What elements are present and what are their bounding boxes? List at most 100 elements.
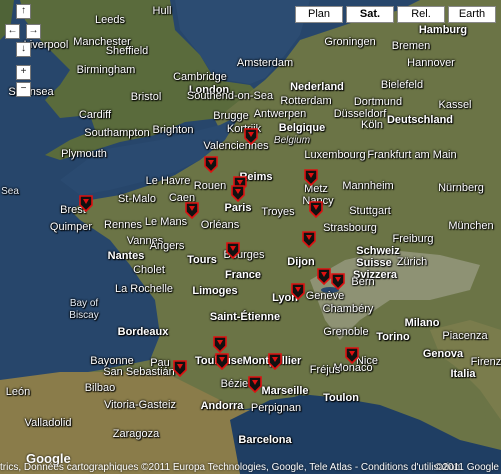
marker-beziers[interactable] <box>248 376 262 393</box>
label-frankfurt: Frankfurt am Main <box>367 149 457 161</box>
label-nurnberg: Nürnberg <box>438 182 484 194</box>
marker-kortrijk[interactable] <box>244 128 258 145</box>
marker-nancy[interactable] <box>309 201 323 218</box>
label-sea: Sea <box>1 186 19 197</box>
pan-down-button[interactable]: ↓ <box>16 42 31 57</box>
label-bilbao: Bilbao <box>84 382 116 394</box>
label-suisse: Suisse <box>356 257 392 269</box>
marker-geneve-2[interactable] <box>331 273 345 290</box>
map-type-plan-button[interactable]: Plan <box>295 6 343 23</box>
label-koln: Köln <box>360 119 384 131</box>
marker-geneve-1[interactable] <box>317 268 331 285</box>
marker-paris-2[interactable] <box>231 185 245 202</box>
label-valenciennes: Valenciennes <box>203 140 269 152</box>
label-geneve: Genève <box>305 290 345 302</box>
label-groningen: Groningen <box>324 36 376 48</box>
label-nederland: Nederland <box>290 81 344 93</box>
marker-dijon[interactable] <box>302 231 316 248</box>
map-type-relief-button[interactable]: Rel. <box>397 6 445 23</box>
label-munchen: München <box>448 220 494 232</box>
label-piacenza: Piacenza <box>442 330 488 342</box>
label-deutschland: Deutschland <box>386 114 454 126</box>
label-troyes: Troyes <box>261 206 295 218</box>
marker-metz[interactable] <box>304 169 318 186</box>
marker-rouen[interactable] <box>204 156 218 173</box>
map-type-satellite-button[interactable]: Sat. <box>346 6 394 23</box>
label-italia: Italia <box>450 368 476 380</box>
label-nantes: Nantes <box>107 250 145 262</box>
marker-toulouse-1[interactable] <box>213 336 227 353</box>
map-type-earth-button[interactable]: Earth <box>448 6 496 23</box>
label-barcelona: Barcelona <box>238 434 292 446</box>
label-bern: Bern <box>351 276 375 288</box>
label-valladolid: Valladolid <box>24 417 72 429</box>
label-cholet: Cholet <box>133 264 165 276</box>
label-hannover: Hannover <box>407 57 455 69</box>
label-kassel: Kassel <box>438 99 472 111</box>
label-amsterdam: Amsterdam <box>236 57 294 69</box>
label-la-rochelle: La Rochelle <box>114 283 174 295</box>
label-cardiff: Cardiff <box>78 109 112 121</box>
label-bremen: Bremen <box>391 40 431 52</box>
label-rennes: Rennes <box>104 219 142 231</box>
zoom-out-button[interactable]: − <box>16 82 31 97</box>
label-cambridge: Cambridge <box>173 71 227 83</box>
pan-right-button[interactable]: → <box>26 24 41 39</box>
label-belgique: Belgique <box>278 122 326 134</box>
label-angers: Angers <box>149 240 185 252</box>
marker-le-mans[interactable] <box>185 202 199 219</box>
marker-lyon[interactable] <box>291 283 305 300</box>
label-sheffield: Sheffield <box>105 45 149 57</box>
label-zaragoza: Zaragoza <box>112 428 160 440</box>
label-freiburg: Freiburg <box>392 233 434 245</box>
label-zurich: Zürich <box>396 256 428 268</box>
marker-montpellier[interactable] <box>268 353 282 370</box>
label-san-sebastian: San Sebastián <box>103 366 175 378</box>
label-le-mans: Le Mans <box>144 216 188 228</box>
label-leon: León <box>5 386 31 398</box>
label-rouen: Rouen <box>193 180 227 192</box>
marker-brest[interactable] <box>79 195 93 212</box>
copyright-text[interactable]: trics, Données cartographiques ©2011 Eur… <box>0 461 460 474</box>
pan-left-button[interactable]: ← <box>5 24 20 39</box>
label-antwerpen: Antwerpen <box>253 108 307 120</box>
marker-bourges[interactable] <box>226 242 240 259</box>
zoom-in-button[interactable]: + <box>16 65 31 80</box>
marker-pau[interactable] <box>173 360 187 377</box>
label-andorra: Andorra <box>200 400 244 412</box>
marker-toulouse-2[interactable] <box>215 353 229 370</box>
label-france: France <box>224 269 262 281</box>
label-dortmund: Dortmund <box>353 96 403 108</box>
marker-nice[interactable] <box>345 347 359 364</box>
label-hull: Hull <box>152 5 172 17</box>
label-dijon: Dijon <box>287 256 315 268</box>
copyright-bar: trics, Données cartographiques ©2011 Eur… <box>0 461 501 474</box>
label-st-malo: St-Malo <box>118 193 156 205</box>
label-bristol: Bristol <box>130 91 162 103</box>
label-le-havre: Le Havre <box>145 175 191 187</box>
label-grenoble: Grenoble <box>323 326 369 338</box>
label-genova: Genova <box>422 348 464 360</box>
map-type-control: Plan Sat. Rel. Earth <box>295 6 496 23</box>
label-brighton: Brighton <box>152 124 194 136</box>
label-plymouth: Plymouth <box>61 148 107 160</box>
label-toulon: Toulon <box>323 392 359 404</box>
label-bielefeld: Bielefeld <box>380 79 424 91</box>
label-orleans: Orléans <box>200 219 240 231</box>
label-brugge: Brugge <box>213 110 249 122</box>
pan-up-button[interactable]: ↑ <box>16 4 31 19</box>
label-paris: Paris <box>224 202 252 214</box>
label-hamburg: Hamburg <box>418 24 468 36</box>
label-bordeaux: Bordeaux <box>117 326 169 338</box>
label-tours: Tours <box>187 254 217 266</box>
label-belgium: Belgium <box>273 135 311 146</box>
label-limoges: Limoges <box>192 285 238 297</box>
label-leeds: Leeds <box>95 14 125 26</box>
label-firenze: Firenze <box>470 356 501 368</box>
label-mannheim: Mannheim <box>342 180 394 192</box>
label-milano: Milano <box>404 317 440 329</box>
label-southampton: Southampton <box>84 127 150 139</box>
label-southend: Southend-on-Sea <box>186 90 274 102</box>
label-chambery: Chambéry <box>322 303 374 315</box>
label-rotterdam: Rotterdam <box>280 95 332 107</box>
